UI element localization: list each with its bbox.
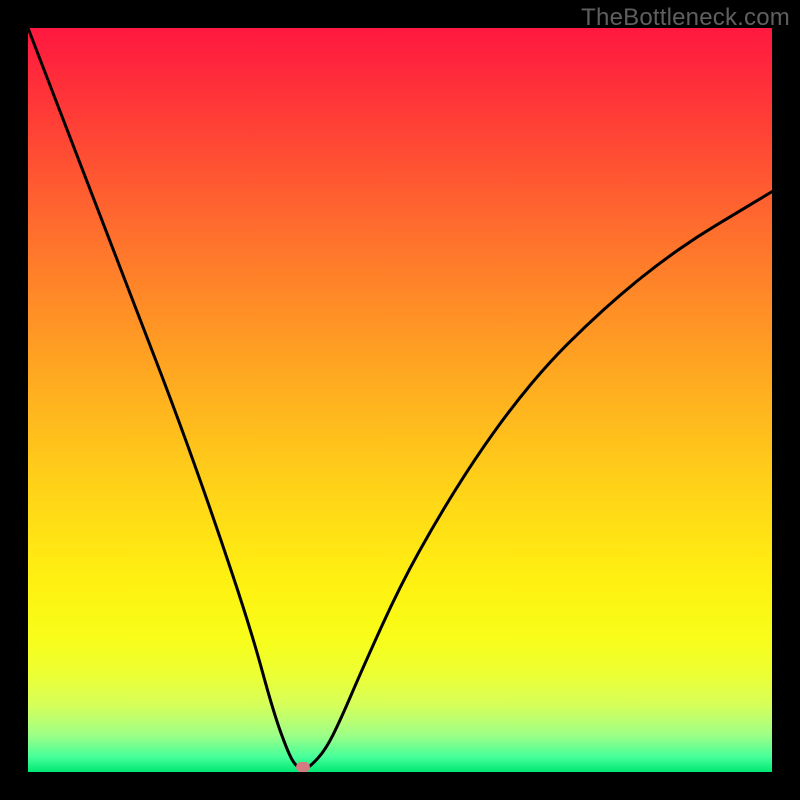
plot-area <box>28 28 772 772</box>
chart-frame: TheBottleneck.com <box>0 0 800 800</box>
curve-svg <box>28 28 772 772</box>
optimum-indicator <box>296 762 310 772</box>
watermark-text: TheBottleneck.com <box>581 4 790 32</box>
bottleneck-curve <box>28 28 772 769</box>
